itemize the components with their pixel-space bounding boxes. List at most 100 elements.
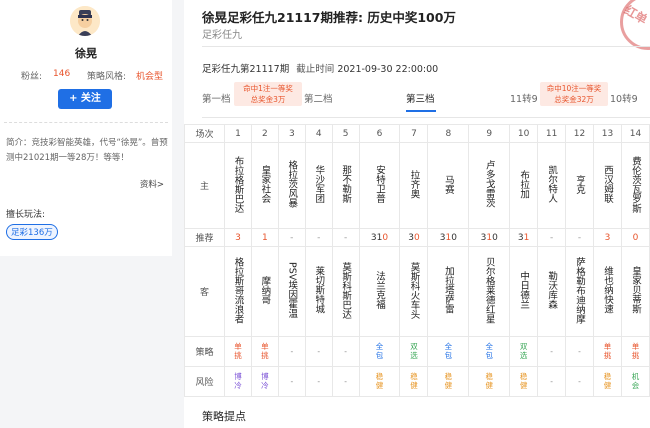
match-number: 13 <box>592 124 622 143</box>
match-number: 8 <box>427 124 470 143</box>
recommendation-pick: 0 <box>382 232 389 243</box>
prize-badge-line1: 命中1注一等奖 <box>243 84 293 93</box>
away-team-cell: 维也纳快速 <box>592 246 622 337</box>
strategy-tag: - <box>578 346 581 356</box>
risk-tag: - <box>317 376 321 386</box>
away-team: 勒沃库森 <box>546 271 558 309</box>
home-team-cell: 费伦茨瓦罗斯 <box>620 142 650 229</box>
tab-first[interactable]: 第一档 <box>202 91 231 105</box>
profile-more-link[interactable]: 资料> <box>140 178 164 190</box>
recommendation-cell: - <box>277 228 306 247</box>
divider <box>202 46 650 47</box>
home-team: 卢多戈雷茨 <box>483 160 495 208</box>
recommendation-cell: 310 <box>468 228 511 247</box>
fans-count: 146 <box>53 69 71 79</box>
strategy-tag: 双选 <box>519 342 528 360</box>
prize-badge-line1: 命中10注一等奖 <box>546 84 602 93</box>
match-number: 5 <box>331 124 360 143</box>
recommendation-cell: - <box>565 228 594 247</box>
recommendation-pick: - <box>290 232 294 243</box>
table-row-risk: 风险 博冷 博冷 - - - 稳健 稳健 稳健 稳健 稳健 - - 稳健 机会 <box>184 366 650 397</box>
tab-third[interactable]: 第三档 <box>406 91 435 105</box>
home-team: 布拉格斯巴达 <box>232 155 244 213</box>
strategy-cell: - <box>565 336 594 367</box>
recommendation-pick: - <box>317 232 321 243</box>
home-team: 那不勒斯 <box>340 165 352 203</box>
match-number: 3 <box>277 124 306 143</box>
risk-cell: - <box>537 366 567 397</box>
active-tab-indicator <box>406 110 436 112</box>
away-team: 中日德兰 <box>518 271 530 309</box>
divider <box>4 122 168 123</box>
specialty-tag[interactable]: 足彩136万 <box>6 224 58 240</box>
away-team: 法兰克福 <box>374 271 386 309</box>
risk-tag: - <box>550 376 553 386</box>
row-label-index: 场次 <box>184 124 225 143</box>
tab-10-to-9[interactable]: 10转9 <box>610 91 638 105</box>
home-team-cell: 马赛 <box>427 142 470 229</box>
strategy-tag: 单挑 <box>234 342 242 360</box>
strategy-cell: - <box>304 336 333 367</box>
match-number: 9 <box>468 124 511 143</box>
strategy-tag: 单挑 <box>631 342 640 360</box>
page: 徐晃 粉丝: 146 策略风格: 机会型 + 关注 简介：竞技彩智能英雄，代号“… <box>0 0 650 428</box>
recommendation-pick: 3 <box>604 232 611 243</box>
home-team-cell: 那不勒斯 <box>331 142 360 229</box>
author-bio: 简介：竞技彩智能英雄，代号“徐晃”。曾预测中21021期一等28万！等等！ <box>6 138 168 163</box>
strategy-cell: 全包 <box>427 336 470 367</box>
match-number: 2 <box>250 124 279 143</box>
away-team: 莱切斯特城 <box>313 266 325 314</box>
strategy-tag: 全包 <box>444 342 453 360</box>
avatar[interactable] <box>70 6 100 36</box>
away-team-cell: 皇家贝蒂斯 <box>620 246 650 337</box>
author-name: 徐晃 <box>75 47 97 60</box>
table-row-away: 客格拉斯哥流浪者 摩纳哥 PSV埃因霍温 莱切斯特城 莫斯科斯巴达 法兰克福 莫斯科火车头 加… <box>184 246 650 337</box>
strategy-cell: 单挑 <box>224 336 252 367</box>
risk-cell: - <box>565 366 594 397</box>
away-team-cell: 格拉斯哥流浪者 <box>224 246 252 337</box>
article-category[interactable]: 足彩任九 <box>202 26 242 41</box>
risk-tag: 稳健 <box>375 372 384 390</box>
recommendation-cell: 3 <box>224 228 252 247</box>
match-number: 10 <box>509 124 539 143</box>
issue-number: 足彩任九第21117期 <box>202 64 290 75</box>
home-team: 华沙军团 <box>313 165 325 203</box>
away-team-cell: 莫斯科火车头 <box>399 246 429 337</box>
strategy-tag: - <box>290 346 294 356</box>
strategy-cell: 单挑 <box>620 336 650 367</box>
recommendation-cell: 1 <box>250 228 279 247</box>
risk-tag: 博冷 <box>261 372 269 390</box>
match-number: 12 <box>565 124 594 143</box>
recommendation-pick: - <box>344 232 348 243</box>
match-number: 6 <box>358 124 401 143</box>
recommendation-cell: 3 <box>592 228 622 247</box>
tab-second[interactable]: 第二档 <box>304 91 333 105</box>
home-team: 拉齐奥 <box>408 169 420 199</box>
recommendation-cell: 30 <box>399 228 429 247</box>
recommendation-cell: 310 <box>358 228 401 247</box>
follow-button[interactable]: + 关注 <box>58 89 112 109</box>
fans-label: 粉丝: <box>21 72 43 82</box>
away-team-cell: 萨格勒布迪纳摩 <box>565 246 594 337</box>
style-value: 机会型 <box>136 72 164 82</box>
recommendation-cell: 31 <box>509 228 539 247</box>
away-team: 莫斯科火车头 <box>408 261 420 319</box>
match-table: 场次 1 2 3 4 5 6 7 8 9 10 11 12 13 14 主布拉格斯巴达 皇家社会 格拉茨风暴 华沙军… <box>184 124 650 397</box>
home-team: 西汉姆联 <box>601 165 613 203</box>
strategy-tag: - <box>550 346 553 356</box>
risk-tag: 机会 <box>631 372 640 390</box>
strategy-cell: 双选 <box>509 336 539 367</box>
match-number: 4 <box>304 124 333 143</box>
match-number: 1 <box>224 124 252 143</box>
tab-11-to-9[interactable]: 11转9 <box>510 91 538 105</box>
risk-tag: - <box>290 376 294 386</box>
home-team-cell: 西汉姆联 <box>592 142 622 229</box>
avatar-icon <box>70 6 100 36</box>
match-number: 7 <box>399 124 429 143</box>
recommendation-pick: 0 <box>632 232 639 243</box>
deadline-time: 2021-09-30 22:00:00 <box>337 64 439 75</box>
home-team-cell: 卢多戈雷茨 <box>468 142 511 229</box>
risk-cell: - <box>304 366 333 397</box>
home-team-cell: 布拉格斯巴达 <box>224 142 252 229</box>
away-team-cell: 莱切斯特城 <box>304 246 333 337</box>
